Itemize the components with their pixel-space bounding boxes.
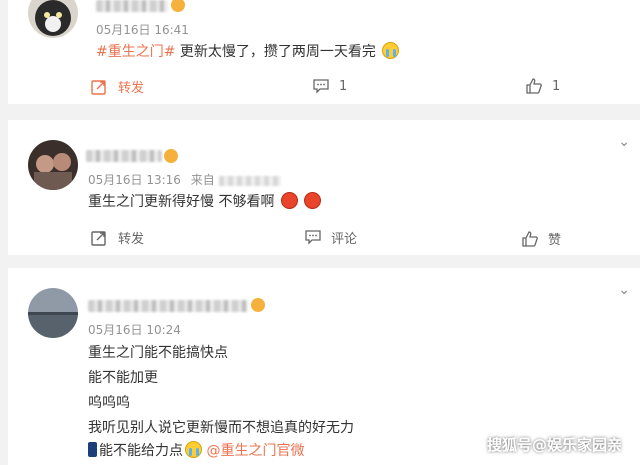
comment-text: #重生之门# 更新太慢了，攒了两周一天看完 — [96, 41, 400, 61]
vip-badge-icon — [171, 0, 185, 12]
like-count: 1 — [552, 78, 561, 94]
comment-body: 更新太慢了，攒了两周一天看完 — [179, 44, 376, 60]
comment-count: 1 — [339, 79, 348, 94]
comment-button[interactable]: 1 — [313, 79, 347, 94]
comment-button[interactable]: 评论 — [305, 228, 357, 247]
username-blurred[interactable] — [86, 150, 162, 162]
comment-time: 05月16日 16:41 — [96, 23, 189, 37]
angry-emoji-icon — [280, 192, 298, 209]
avatar[interactable] — [28, 288, 78, 338]
like-button[interactable]: 1 — [526, 78, 560, 94]
avatar[interactable] — [28, 0, 78, 38]
thumbs-up-icon — [522, 230, 538, 247]
source-prefix: 来自 — [190, 173, 215, 187]
topic-link[interactable]: #重生之门# — [96, 44, 175, 60]
username-blurred[interactable] — [96, 0, 168, 12]
mention-link[interactable]: @重生之门官微 — [206, 443, 304, 459]
comment-line: 我听见别人说它更新慢而不想追真的好无力 — [88, 420, 354, 436]
repost-label: 转发 — [118, 81, 145, 96]
avatar[interactable] — [28, 140, 78, 190]
username-blurred[interactable] — [88, 300, 248, 312]
comment-card: 05月16日 16:41 #重生之门# 更新太慢了，攒了两周一天看完 转发 1 … — [8, 0, 640, 104]
like-label: 赞 — [548, 233, 562, 248]
comment-text: 重生之门更新得好慢 不够看啊 — [88, 191, 322, 211]
watermark: 搜狐号@娱乐家园亲 — [486, 436, 622, 454]
repost-button[interactable]: 转发 — [90, 228, 144, 247]
vip-badge-icon — [251, 298, 265, 312]
source-blurred — [218, 175, 281, 186]
comment-time: 05月16日 10:24 — [88, 323, 181, 337]
like-button[interactable]: 赞 — [522, 229, 561, 248]
chevron-down-icon[interactable]: ⌄ — [618, 282, 630, 298]
comment-line: 能不能加更 — [88, 370, 158, 386]
vip-badge-icon — [164, 149, 178, 163]
chevron-down-icon[interactable]: ⌄ — [618, 134, 630, 150]
comment-label: 评论 — [331, 232, 358, 247]
phone-emoji-icon — [88, 442, 97, 457]
comment-body: 能不能给力点 — [99, 443, 183, 459]
cry-emoji-icon — [382, 42, 400, 59]
repost-button[interactable]: 转发 — [90, 77, 144, 96]
comment-time: 05月16日 13:16 — [88, 173, 181, 187]
repost-label: 转发 — [118, 232, 145, 247]
thumbs-up-icon — [526, 78, 542, 94]
angry-emoji-icon — [304, 192, 322, 209]
comment-line: 呜呜呜 — [88, 395, 130, 411]
comment-icon — [313, 79, 329, 94]
comment-meta: 05月16日 13:16 来自 — [88, 171, 281, 188]
repost-icon — [91, 230, 106, 246]
comment-card: 05月16日 13:16 来自 ⌄ 重生之门更新得好慢 不够看啊 转发 评论 赞 — [8, 120, 640, 255]
repost-icon — [91, 79, 106, 95]
comment-line: 重生之门能不能搞快点 — [88, 345, 228, 361]
comment-line: 能不能给力点 @重生之门官微 — [88, 440, 304, 460]
comment-icon — [305, 230, 321, 245]
comment-body: 重生之门更新得好慢 不够看啊 — [88, 194, 275, 210]
cry-emoji-icon — [185, 441, 202, 458]
